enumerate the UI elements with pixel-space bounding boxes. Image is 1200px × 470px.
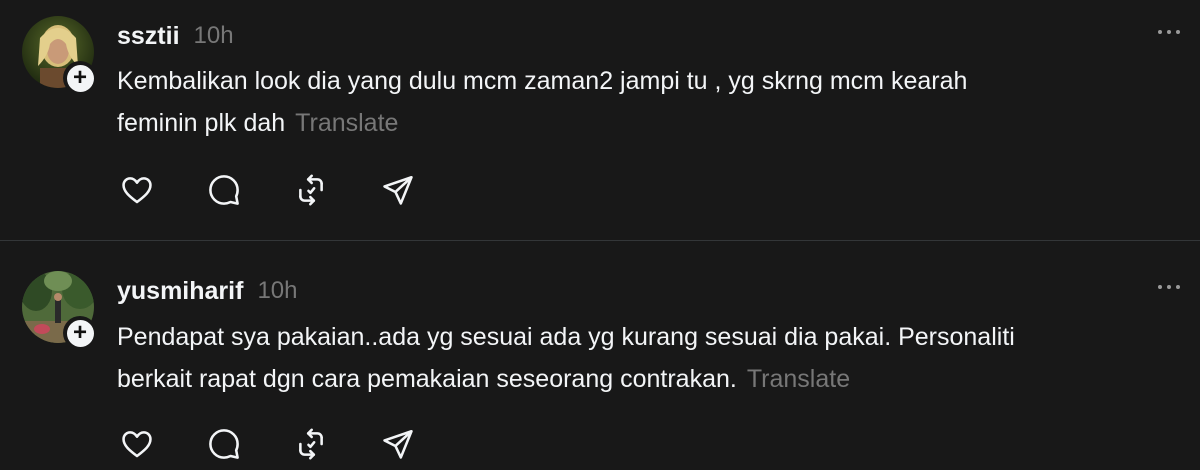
repost-button[interactable] bbox=[291, 170, 331, 210]
reply-button[interactable] bbox=[204, 170, 244, 210]
reply-text-line-last: feminin plk dah Translate bbox=[117, 102, 1177, 144]
repost-button[interactable] bbox=[291, 424, 331, 464]
follow-button[interactable]: + bbox=[63, 61, 97, 95]
reply-text-line: berkait rapat dgn cara pemakaian seseora… bbox=[117, 365, 737, 393]
reply-text-line: Pendapat sya pakaian..ada yg sesuai ada … bbox=[117, 323, 1015, 351]
follow-plus-icon: + bbox=[66, 319, 94, 347]
share-button[interactable] bbox=[378, 170, 418, 210]
username[interactable]: yusmiharif bbox=[117, 277, 243, 306]
reply-text: Kembalikan look dia yang dulu mcm zaman2… bbox=[117, 60, 1177, 144]
heart-icon bbox=[122, 177, 152, 204]
reply-header: yusmiharif 10h bbox=[117, 271, 297, 311]
comment-icon bbox=[209, 429, 239, 459]
share-icon bbox=[383, 175, 413, 205]
thread-reply: + ssztii 10h Kembalikan look dia yang du… bbox=[0, 0, 1200, 240]
follow-button[interactable]: + bbox=[63, 316, 97, 350]
reply-text-line-last: berkait rapat dgn cara pemakaian seseora… bbox=[117, 358, 1177, 400]
heart-icon bbox=[122, 431, 152, 458]
translate-link[interactable]: Translate bbox=[747, 365, 850, 393]
reply-text-line: feminin plk dah bbox=[117, 109, 286, 137]
thread-reply: + yusmiharif 10h Pendapat sya pakaian..a… bbox=[0, 241, 1200, 470]
username[interactable]: ssztii bbox=[117, 22, 180, 51]
repost-icon bbox=[299, 428, 323, 460]
timestamp[interactable]: 10h bbox=[257, 277, 297, 305]
follow-plus-icon: + bbox=[66, 64, 94, 92]
action-bar bbox=[117, 424, 465, 464]
repost-icon bbox=[299, 174, 323, 206]
reply-header: ssztii 10h bbox=[117, 16, 234, 56]
reply-text-line: Kembalikan look dia yang dulu mcm zaman2… bbox=[117, 67, 968, 95]
timestamp[interactable]: 10h bbox=[194, 22, 234, 50]
translate-link[interactable]: Translate bbox=[295, 109, 398, 137]
action-bar bbox=[117, 170, 465, 210]
share-icon bbox=[383, 429, 413, 459]
reply-text: Pendapat sya pakaian..ada yg sesuai ada … bbox=[117, 316, 1177, 400]
comment-icon bbox=[209, 175, 239, 205]
reply-button[interactable] bbox=[204, 424, 244, 464]
share-button[interactable] bbox=[378, 424, 418, 464]
more-icon[interactable] bbox=[1152, 275, 1186, 299]
like-button[interactable] bbox=[117, 424, 157, 464]
like-button[interactable] bbox=[117, 170, 157, 210]
more-icon[interactable] bbox=[1152, 20, 1186, 44]
